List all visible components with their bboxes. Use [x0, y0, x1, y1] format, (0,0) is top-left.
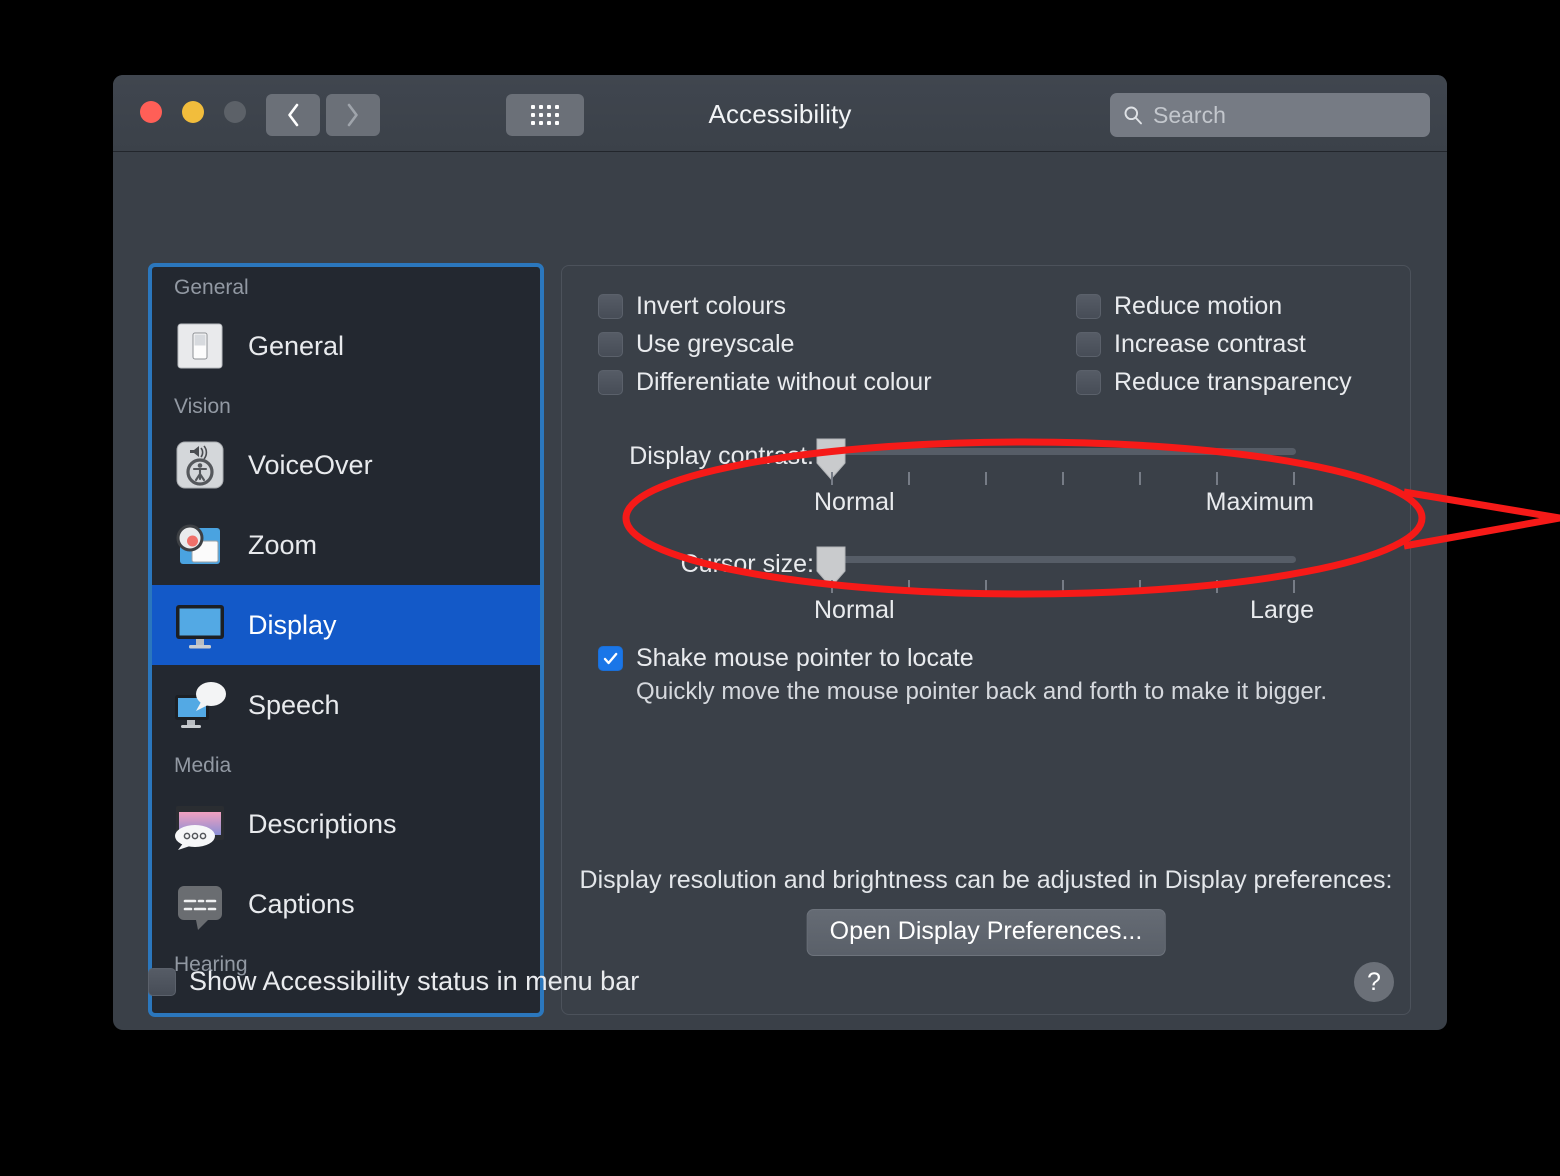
sidebar-item-label: Descriptions — [248, 808, 397, 839]
window-titlebar: Accessibility Search — [113, 75, 1447, 152]
slider-max-label: Maximum — [1205, 488, 1314, 516]
system-preferences-window: Accessibility Search General General Vis… — [113, 75, 1447, 1030]
category-sidebar[interactable]: General General Vision VoiceOver Zoom Di… — [148, 263, 544, 1017]
checkbox-box[interactable] — [598, 646, 623, 671]
checkbox-box[interactable] — [1076, 332, 1101, 357]
checkbox-label: Use greyscale — [636, 330, 795, 358]
slider-track[interactable] — [831, 556, 1296, 563]
sidebar-item-label: General — [248, 330, 345, 361]
search-placeholder: Search — [1153, 101, 1226, 128]
checkbox-box[interactable] — [1076, 370, 1101, 395]
slider-min-label: Normal — [814, 488, 895, 516]
display-contrast-label: Display contrast: — [629, 442, 814, 470]
checkbox-label: Show Accessibility status in menu bar — [189, 966, 640, 996]
sidebar-item-label: Zoom — [248, 529, 318, 560]
window-footer: Show Accessibility status in menu bar ? — [148, 962, 1412, 1008]
captions-icon — [178, 886, 222, 930]
voiceover-icon — [176, 441, 224, 489]
checkbox-box[interactable] — [148, 967, 176, 996]
checkbox-reduce-motion[interactable]: Reduce motion — [1076, 292, 1388, 321]
sidebar-item-label: Captions — [248, 888, 355, 919]
slider-ticks — [831, 472, 1296, 486]
checkbox-label: Increase contrast — [1114, 330, 1306, 358]
slider-track[interactable] — [831, 448, 1296, 455]
checkbox-differentiate-without-colour[interactable]: Differentiate without colour — [598, 368, 1076, 397]
search-icon — [1124, 106, 1142, 125]
display-contrast-slider-row: Display contrast: Normal Maximum — [562, 436, 1334, 526]
checkbox-show-accessibility-status[interactable]: Show Accessibility status in menu bar — [148, 966, 639, 997]
sidebar-item-label: VoiceOver — [248, 449, 373, 480]
cursor-size-slider-row: Cursor size: Normal Large — [562, 544, 1334, 634]
sidebar-item-label: Display — [248, 609, 337, 640]
search-field[interactable]: Search — [1110, 93, 1430, 137]
sidebar-group-header-general: General — [174, 276, 249, 299]
display-monitor-icon — [176, 605, 224, 649]
sidebar-group-header-media: Media — [174, 754, 232, 777]
sidebar-item-speech[interactable]: Speech — [152, 665, 540, 745]
shake-pointer-section: Shake mouse pointer to locate Quickly mo… — [598, 644, 1327, 706]
sidebar-item-general[interactable]: General — [152, 306, 540, 386]
slider-end-labels: Normal Large — [814, 596, 1314, 625]
display-preferences-note: Display resolution and brightness can be… — [579, 866, 1393, 894]
shake-pointer-description: Quickly move the mouse pointer back and … — [636, 678, 1328, 705]
checkbox-label: Reduce transparency — [1114, 368, 1352, 396]
checkbox-label: Differentiate without colour — [636, 368, 932, 396]
slider-min-label: Normal — [814, 596, 895, 624]
checkbox-box[interactable] — [1076, 294, 1101, 319]
cursor-size-label: Cursor size: — [680, 550, 814, 578]
checkbox-label: Shake mouse pointer to locate — [636, 644, 974, 672]
sidebar-item-voiceover[interactable]: VoiceOver — [152, 425, 540, 505]
checkmark-icon — [603, 652, 618, 665]
sidebar-item-display[interactable]: Display — [152, 585, 540, 665]
sidebar-group-header-vision: Vision — [174, 395, 231, 418]
display-contrast-slider[interactable]: Normal Maximum — [814, 436, 1334, 526]
switch-toggle-icon — [177, 323, 223, 369]
checkbox-reduce-transparency[interactable]: Reduce transparency — [1076, 368, 1388, 397]
sidebar-item-descriptions[interactable]: Descriptions — [152, 784, 540, 864]
checkbox-shake-mouse-pointer[interactable]: Shake mouse pointer to locate — [598, 644, 1327, 673]
cursor-size-slider[interactable]: Normal Large — [814, 544, 1334, 634]
sidebar-item-zoom[interactable]: Zoom — [152, 505, 540, 585]
slider-end-labels: Normal Maximum — [814, 488, 1314, 517]
checkbox-box[interactable] — [598, 294, 623, 319]
slider-max-label: Large — [1250, 596, 1314, 624]
checkbox-label: Invert colours — [636, 292, 787, 320]
checkbox-label: Reduce motion — [1114, 292, 1283, 320]
checkbox-use-greyscale[interactable]: Use greyscale — [598, 330, 1076, 359]
checkbox-box[interactable] — [598, 332, 623, 357]
descriptions-icon — [175, 806, 224, 850]
sidebar-item-label: Speech — [248, 689, 340, 720]
zoom-magnifier-icon — [176, 524, 220, 564]
slider-ticks — [831, 580, 1296, 594]
open-display-preferences-button[interactable]: Open Display Preferences... — [806, 909, 1166, 956]
sidebar-item-captions[interactable]: Captions — [152, 864, 540, 944]
checkbox-box[interactable] — [598, 370, 623, 395]
help-button[interactable]: ? — [1354, 962, 1394, 1002]
display-settings-panel: Invert colours Reduce motion Use greysca… — [561, 265, 1411, 1015]
window-body: General General Vision VoiceOver Zoom Di… — [113, 152, 1447, 1030]
checkbox-invert-colours[interactable]: Invert colours — [598, 292, 1076, 321]
checkbox-increase-contrast[interactable]: Increase contrast — [1076, 330, 1388, 359]
speech-bubble-monitor-icon — [175, 682, 226, 728]
display-options-checkbox-grid: Invert colours Reduce motion Use greysca… — [598, 292, 1388, 397]
